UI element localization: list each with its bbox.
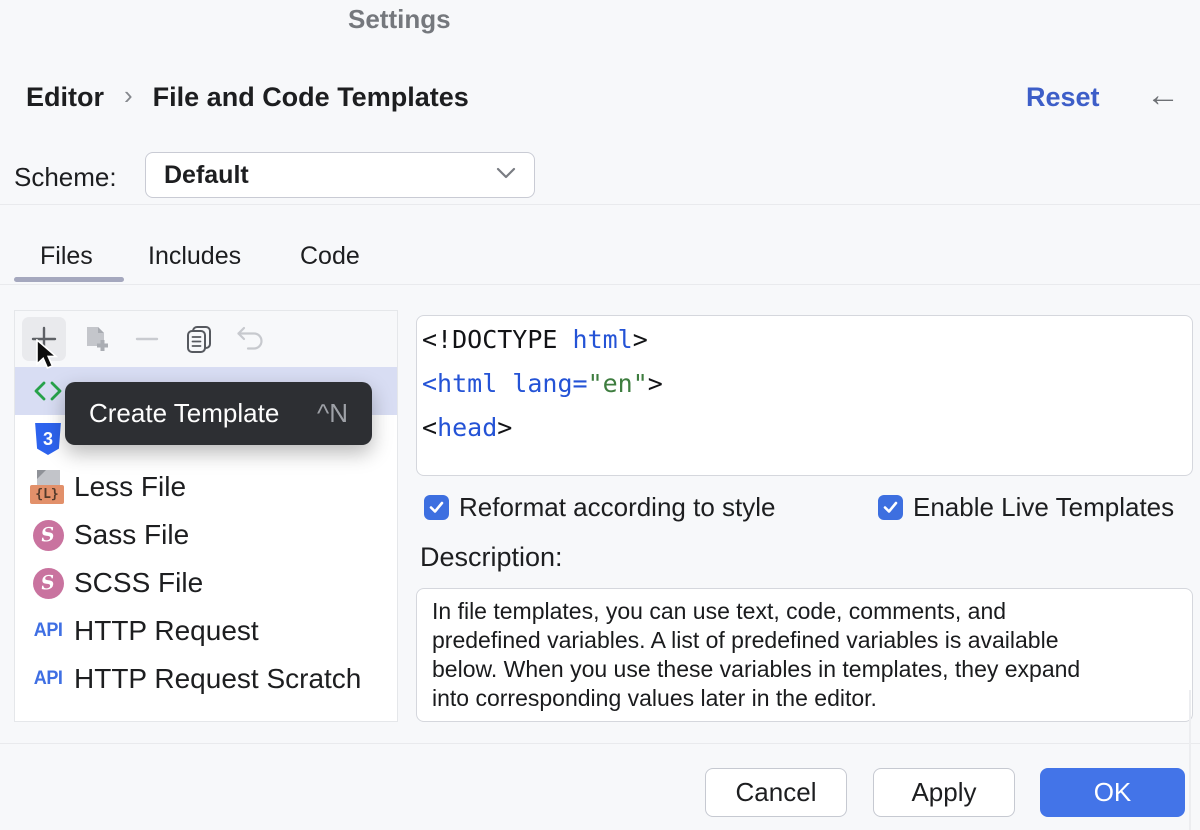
- description-text: into corresponding values later in the e…: [432, 684, 1176, 713]
- list-item-label: HTTP Request: [74, 615, 259, 647]
- sass-file-icon: S: [29, 520, 67, 551]
- reformat-checkbox-label[interactable]: Reformat according to style: [459, 492, 775, 523]
- code-line: <head>: [422, 406, 1184, 450]
- description-text: below. When you use these variables in t…: [432, 655, 1176, 684]
- mouse-cursor-icon: [35, 339, 61, 378]
- reformat-option: Reformat according to style: [424, 492, 775, 523]
- list-item-scss-file[interactable]: S SCSS File: [15, 559, 397, 607]
- breadcrumb-item-current: File and Code Templates: [153, 82, 469, 113]
- apply-button[interactable]: Apply: [873, 768, 1015, 817]
- cancel-button[interactable]: Cancel: [705, 768, 847, 817]
- tooltip-label: Create Template: [89, 398, 279, 429]
- code-line: <!DOCTYPE html>: [422, 318, 1184, 362]
- list-item-http-request-scratch[interactable]: API HTTP Request Scratch: [15, 655, 397, 703]
- description-label: Description:: [420, 542, 563, 573]
- http-request-icon: API: [29, 668, 67, 690]
- description-text: predefined variables. A list of predefin…: [432, 626, 1176, 655]
- less-file-icon: {L}: [29, 470, 67, 505]
- ok-button[interactable]: OK: [1040, 768, 1185, 817]
- window-title: Settings: [348, 4, 451, 35]
- list-item-less-file[interactable]: {L} Less File: [15, 463, 397, 511]
- dialog-edge: [1189, 690, 1191, 830]
- tooltip-shortcut: ^N: [317, 398, 348, 429]
- scheme-dropdown[interactable]: Default: [145, 152, 535, 198]
- copy-template-icon[interactable]: [177, 317, 221, 361]
- remove-template-icon[interactable]: [125, 317, 169, 361]
- description-text: In file templates, you can use text, cod…: [432, 597, 1176, 626]
- breadcrumb-separator-icon: ›: [124, 80, 133, 114]
- http-request-icon: API: [29, 620, 67, 642]
- live-templates-checkbox-label[interactable]: Enable Live Templates: [913, 492, 1174, 523]
- back-arrow-icon[interactable]: ←: [1146, 76, 1180, 115]
- description-box: In file templates, you can use text, cod…: [416, 588, 1193, 722]
- list-item-label: SCSS File: [74, 567, 203, 599]
- tab-files[interactable]: Files: [40, 242, 93, 271]
- scheme-selected-value: Default: [164, 161, 249, 190]
- live-templates-checkbox[interactable]: [878, 495, 903, 520]
- active-tab-underline: [14, 277, 124, 282]
- divider: [0, 284, 1200, 285]
- reset-link[interactable]: Reset: [1026, 82, 1100, 113]
- create-from-template-icon[interactable]: [74, 317, 118, 361]
- tab-includes[interactable]: Includes: [148, 242, 241, 271]
- create-template-tooltip: Create Template ^N: [65, 382, 372, 445]
- scss-file-icon: S: [29, 568, 67, 599]
- list-item-label: Sass File: [74, 519, 189, 551]
- list-item-sass-file[interactable]: S Sass File: [15, 511, 397, 559]
- html-file-icon: [29, 381, 67, 401]
- css-file-icon: 3: [29, 423, 67, 455]
- reformat-checkbox[interactable]: [424, 495, 449, 520]
- divider: [0, 743, 1200, 744]
- settings-dialog: Settings Editor › File and Code Template…: [0, 0, 1200, 830]
- template-list-panel: 3 {L} Less File S Sass File S SCSS Fil: [14, 310, 398, 722]
- list-item-label: Less File: [74, 471, 186, 503]
- reset-template-icon[interactable]: [229, 317, 273, 361]
- breadcrumb-item-editor[interactable]: Editor: [26, 82, 104, 113]
- list-item-label: HTTP Request Scratch: [74, 663, 361, 695]
- breadcrumb: Editor › File and Code Templates: [26, 80, 469, 114]
- template-code-editor[interactable]: <!DOCTYPE html> <html lang="en"> <head>: [416, 315, 1193, 476]
- code-line: <html lang="en">: [422, 362, 1184, 406]
- tab-code[interactable]: Code: [300, 242, 360, 271]
- scheme-label: Scheme:: [14, 162, 117, 193]
- list-item-http-request[interactable]: API HTTP Request: [15, 607, 397, 655]
- live-templates-option: Enable Live Templates: [878, 492, 1174, 523]
- template-list-toolbar: [15, 311, 397, 367]
- chevron-down-icon: [496, 166, 516, 184]
- divider: [0, 204, 1200, 205]
